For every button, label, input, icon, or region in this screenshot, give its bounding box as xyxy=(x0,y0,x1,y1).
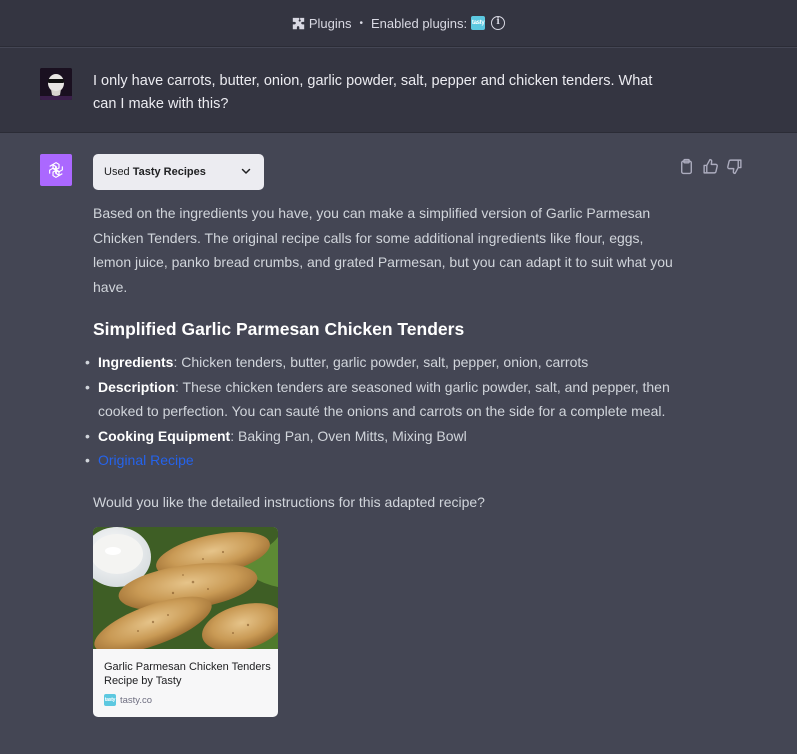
equipment-label: Cooking Equipment xyxy=(98,427,231,444)
recipe-image xyxy=(93,527,278,649)
recipe-card[interactable]: Garlic Parmesan Chicken Tenders Recipe b… xyxy=(93,527,278,717)
list-item-link: Original Recipe xyxy=(85,448,673,473)
assistant-message-row: Used Tasty Recipes Based on the ingredien… xyxy=(0,133,797,747)
user-avatar xyxy=(40,68,72,100)
source-domain: tasty.co xyxy=(120,694,153,706)
used-plugin-dropdown[interactable]: Used Tasty Recipes xyxy=(93,154,264,190)
clipboard-icon[interactable] xyxy=(678,158,695,175)
separator-dot: • xyxy=(359,17,363,29)
list-item-ingredients: Ingredients: Chicken tenders, butter, ga… xyxy=(85,350,673,375)
recipe-card-title: Garlic Parmesan Chicken Tenders Recipe b… xyxy=(104,661,271,687)
ingredients-text: : Chicken tenders, butter, garlic powder… xyxy=(173,354,589,370)
user-message-text: I only have carrots, butter, onion, garl… xyxy=(93,73,653,112)
description-label: Description xyxy=(98,378,176,395)
chatgpt-logo-icon xyxy=(40,154,72,186)
list-item-equipment: Cooking Equipment: Baking Pan, Oven Mitt… xyxy=(85,424,673,449)
original-recipe-link[interactable]: Original Recipe xyxy=(98,452,194,468)
follow-up-question: Would you like the detailed instructions… xyxy=(93,493,485,510)
response-intro: Based on the ingredients you have, you c… xyxy=(93,205,673,295)
info-icon[interactable]: i xyxy=(491,16,506,30)
plugins-label: Plugins xyxy=(308,15,352,31)
enabled-plugins-label: Enabled plugins: xyxy=(371,15,468,31)
thumbs-down-icon[interactable] xyxy=(726,158,743,175)
puzzle-icon xyxy=(292,17,305,30)
recipe-heading: Simplified Garlic Parmesan Chicken Tende… xyxy=(93,319,465,339)
top-bar: Plugins • Enabled plugins: tasty i xyxy=(0,0,797,47)
plugin-name: Tasty Recipes xyxy=(132,166,206,178)
tasty-logo-icon: tasty xyxy=(104,694,116,706)
list-item-description: Description: These chicken tenders are s… xyxy=(85,375,673,424)
response-content: Based on the ingredients you have, you c… xyxy=(85,201,673,514)
tasty-plugin-icon[interactable]: tasty xyxy=(471,16,486,30)
equipment-text: : Baking Pan, Oven Mitts, Mixing Bowl xyxy=(230,427,467,444)
message-actions xyxy=(678,158,743,175)
description-text: : These chicken tenders are seasoned wit… xyxy=(98,378,670,420)
used-label: Used xyxy=(104,166,130,178)
ingredients-label: Ingredients xyxy=(98,354,174,370)
thumbs-up-icon[interactable] xyxy=(702,158,719,175)
recipe-card-source: tasty tasty.co xyxy=(104,694,152,706)
chevron-down-icon xyxy=(240,165,252,177)
recipe-details-list: Ingredients: Chicken tenders, butter, ga… xyxy=(85,350,673,473)
user-message-row: I only have carrots, butter, onion, garl… xyxy=(0,48,797,133)
